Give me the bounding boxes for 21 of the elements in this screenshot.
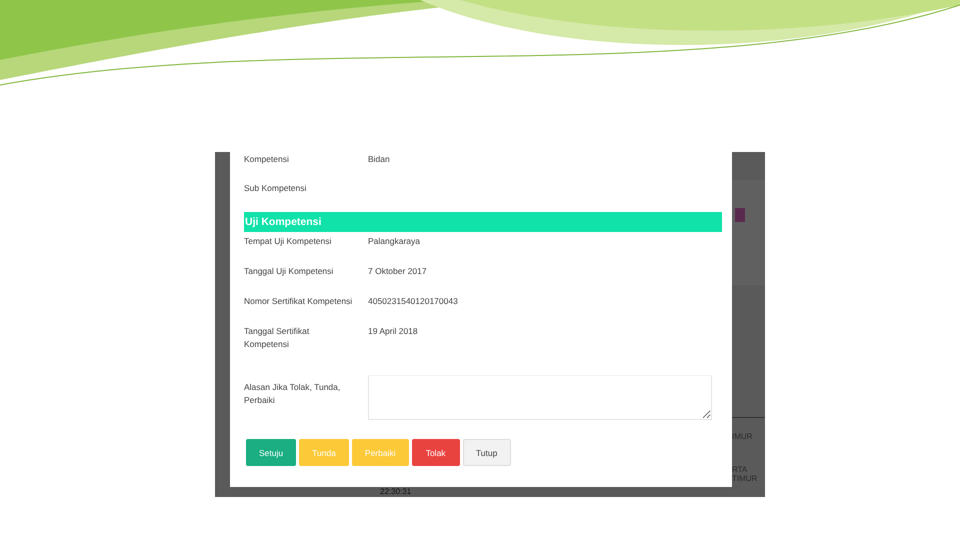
action-button[interactable]: Tolak xyxy=(412,439,460,466)
field-value: 7 Oktober 2017 xyxy=(368,265,428,278)
background-badge xyxy=(735,208,745,222)
field-value: Palangkaraya xyxy=(368,235,421,248)
action-button[interactable]: Perbaiki xyxy=(352,439,409,466)
field-label: Tanggal Sertifikat Kompetensi xyxy=(244,325,310,351)
field-label: Nomor Sertifikat Kompetensi xyxy=(244,295,354,308)
section-header: Uji Kompetensi xyxy=(244,212,722,232)
field-value: 4050231540120170043 xyxy=(368,295,459,308)
action-button[interactable]: Tunda xyxy=(299,439,349,466)
reason-textarea[interactable] xyxy=(368,375,712,420)
field-value: 19 April 2018 xyxy=(368,325,419,338)
field-label: Tanggal Uji Kompetensi xyxy=(244,265,334,278)
field-label: Tempat Uji Kompetensi xyxy=(244,235,332,248)
field-value: Bidan xyxy=(368,153,391,166)
action-button[interactable]: Tutup xyxy=(462,439,511,466)
field-label: Kompetensi xyxy=(244,153,290,166)
field-label: Alasan Jika Tolak, Tunda, Perbaiki xyxy=(244,381,342,407)
background-text: 22:30:31 xyxy=(380,487,412,497)
field-label: Sub Kompetensi xyxy=(244,182,308,195)
action-button[interactable]: Setuju xyxy=(246,439,296,466)
